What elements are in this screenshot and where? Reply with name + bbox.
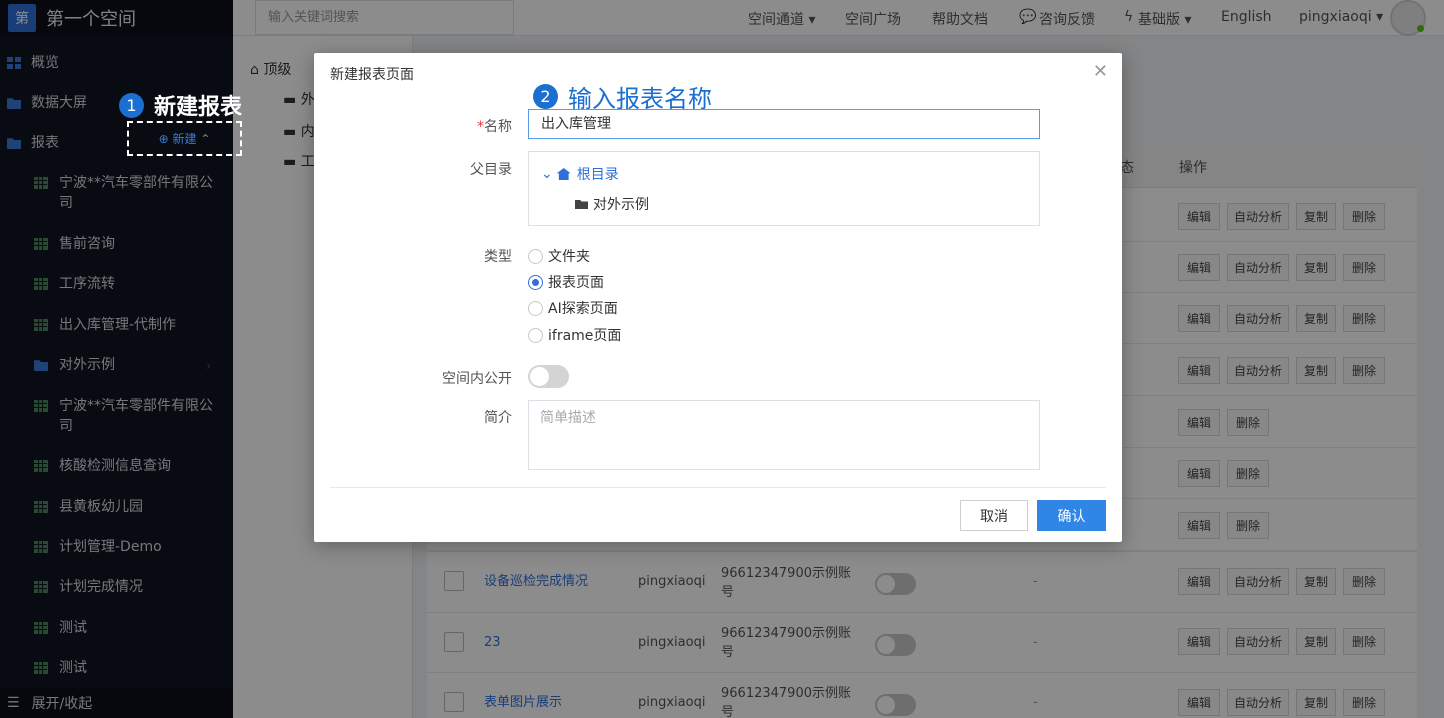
new-report-dialog: 新建报表页面 ✕ 2 输入报表名称 *名称 出入库管理 父目录 ⌄ 根目录 对外… bbox=[314, 53, 1122, 542]
chevron-up-icon: ⌃ bbox=[200, 131, 211, 146]
tree-child-label: 对外示例 bbox=[593, 197, 649, 213]
type-radio-iframe[interactable]: iframe页面 bbox=[528, 325, 621, 345]
type-radio-report[interactable]: 报表页面 bbox=[528, 272, 604, 292]
step-number: 1 bbox=[119, 92, 144, 118]
desc-label: 简介 bbox=[484, 410, 512, 426]
radio-button[interactable] bbox=[528, 327, 543, 343]
radio-label: 文件夹 bbox=[548, 249, 590, 265]
plus-circle-icon: ⊕ bbox=[158, 131, 169, 146]
folder-icon bbox=[575, 200, 588, 209]
chevron-down-icon[interactable]: ⌄ bbox=[541, 166, 553, 182]
step-number: 2 bbox=[533, 84, 558, 109]
type-label: 类型 bbox=[484, 249, 512, 265]
type-radio-folder[interactable]: 文件夹 bbox=[528, 246, 590, 266]
parent-dir-label: 父目录 bbox=[470, 162, 512, 178]
public-switch[interactable] bbox=[528, 365, 569, 388]
radio-button[interactable] bbox=[528, 274, 543, 290]
confirm-button[interactable]: 确认 bbox=[1037, 500, 1106, 531]
report-name-input[interactable]: 出入库管理 bbox=[528, 109, 1040, 139]
close-icon[interactable]: ✕ bbox=[1093, 61, 1108, 82]
tree-root-node[interactable]: ⌄ 根目录 bbox=[541, 164, 619, 184]
radio-button[interactable] bbox=[528, 248, 543, 264]
new-report-button[interactable]: ⊕ 新建 ⌃ bbox=[127, 121, 242, 156]
tree-root-label: 根目录 bbox=[576, 167, 619, 183]
cancel-button[interactable]: 取消 bbox=[960, 500, 1028, 531]
tree-child-node[interactable]: 对外示例 bbox=[575, 194, 649, 214]
new-label: 新建 bbox=[172, 132, 197, 146]
home-icon bbox=[556, 168, 571, 180]
step-text: 新建报表 bbox=[154, 95, 243, 120]
name-label: *名称 bbox=[477, 119, 512, 135]
radio-button[interactable] bbox=[528, 300, 543, 316]
radio-label: iframe页面 bbox=[548, 328, 622, 344]
radio-label: 报表页面 bbox=[548, 275, 604, 291]
public-label: 空间内公开 bbox=[442, 371, 512, 387]
dialog-title: 新建报表页面 bbox=[330, 67, 414, 83]
dialog-divider bbox=[330, 487, 1106, 488]
callout-step-1: 1 新建报表 bbox=[119, 89, 242, 121]
radio-label: AI探索页面 bbox=[548, 301, 618, 317]
description-textarea[interactable]: 简单描述 bbox=[528, 400, 1040, 470]
type-radio-ai[interactable]: AI探索页面 bbox=[528, 298, 618, 318]
parent-dir-tree: ⌄ 根目录 对外示例 bbox=[528, 151, 1040, 226]
